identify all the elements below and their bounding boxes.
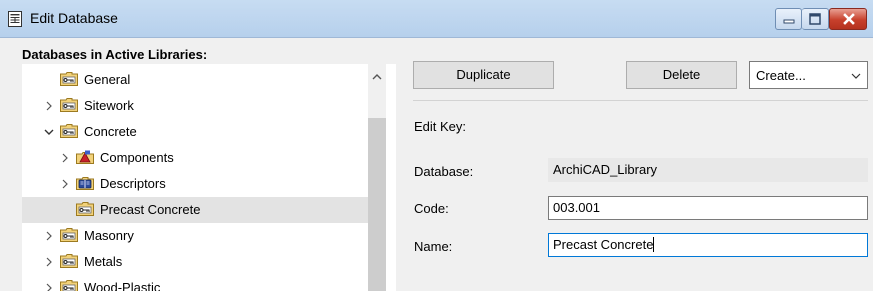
maximize-icon <box>809 13 821 25</box>
tree-item-label: Components <box>100 150 174 165</box>
divider <box>413 100 868 101</box>
database-label: Database: <box>414 164 474 179</box>
tree-item-label: Metals <box>84 254 123 269</box>
tree-item-descriptors[interactable]: Descriptors <box>22 171 368 197</box>
create-dropdown[interactable]: Create... <box>749 61 868 89</box>
create-dropdown-value: Create... <box>756 68 806 83</box>
minimize-icon <box>783 19 795 24</box>
database-field: ArchiCAD_Library <box>548 158 868 182</box>
key-folder-icon <box>60 254 78 268</box>
window-title: Edit Database <box>30 10 118 26</box>
tree-item-wood-plastic[interactable]: Wood-Plastic <box>22 275 368 291</box>
chevron-right-icon[interactable] <box>60 179 70 189</box>
chevron-down-icon <box>851 73 861 79</box>
tree-item-sitework[interactable]: Sitework <box>22 93 368 119</box>
name-field[interactable]: Precast Concrete <box>548 233 868 257</box>
title-bar[interactable]: Edit Database <box>0 0 873 38</box>
tree-item-label: General <box>84 72 131 87</box>
code-label: Code: <box>414 201 449 216</box>
chevron-right-icon[interactable] <box>44 231 54 241</box>
chevron-right-icon[interactable] <box>60 153 70 163</box>
tree-item-general[interactable]: General <box>22 67 368 93</box>
tree-item-label: Sitework <box>84 98 134 113</box>
tree-item-label: Wood-Plastic <box>84 280 161 291</box>
tree-item-label: Masonry <box>84 228 134 243</box>
database-tree[interactable]: General Sitework Concrete Components Des… <box>22 64 396 291</box>
key-folder-icon <box>60 98 78 112</box>
key-folder-icon <box>60 72 78 86</box>
database-sheet-icon <box>8 11 22 27</box>
tree-item-concrete[interactable]: Concrete <box>22 119 368 145</box>
delete-button[interactable]: Delete <box>626 61 737 89</box>
database-value: ArchiCAD_Library <box>553 162 658 177</box>
tree-item-masonry[interactable]: Masonry <box>22 223 368 249</box>
tree-item-label: Descriptors <box>100 176 166 191</box>
tree-item-label: Precast Concrete <box>100 202 201 217</box>
tree-item-metals[interactable]: Metals <box>22 249 368 275</box>
close-button[interactable] <box>829 8 867 30</box>
key-folder-icon <box>60 228 78 242</box>
name-label: Name: <box>414 239 453 254</box>
key-folder-icon <box>76 202 94 216</box>
chevron-right-icon[interactable] <box>44 101 54 111</box>
components-folder-icon <box>76 150 94 164</box>
tree-scrollbar[interactable] <box>368 64 386 291</box>
code-value: 003.001 <box>553 200 600 215</box>
chevron-right-icon[interactable] <box>44 283 54 291</box>
tree-item-label: Concrete <box>84 124 137 139</box>
close-icon <box>843 13 855 25</box>
tree-item-components[interactable]: Components <box>22 145 368 171</box>
duplicate-button[interactable]: Duplicate <box>413 61 554 89</box>
maximize-button[interactable] <box>802 8 829 30</box>
scrollbar-thumb[interactable] <box>368 118 386 291</box>
code-field[interactable]: 003.001 <box>548 196 868 220</box>
key-folder-icon <box>60 280 78 291</box>
text-caret <box>653 237 655 252</box>
name-value: Precast Concrete <box>553 237 654 252</box>
chevron-down-icon[interactable] <box>44 127 54 137</box>
chevron-up-icon[interactable] <box>371 72 383 82</box>
minimize-button[interactable] <box>775 8 802 30</box>
descriptors-folder-icon <box>76 177 94 190</box>
key-folder-icon <box>60 124 78 138</box>
tree-item-precast-concrete[interactable]: Precast Concrete <box>22 197 368 223</box>
edit-key-label: Edit Key: <box>414 119 467 134</box>
chevron-right-icon[interactable] <box>44 257 54 267</box>
tree-header: Databases in Active Libraries: <box>22 47 208 62</box>
